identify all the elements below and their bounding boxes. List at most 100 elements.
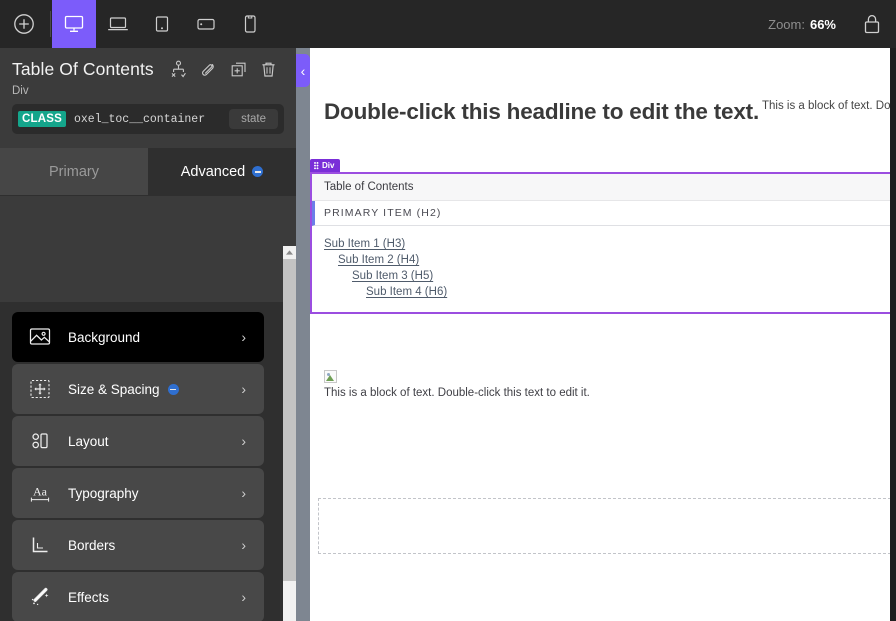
toc-link-list: Sub Item 1 (H3) Sub Item 2 (H4) Sub Item… (312, 226, 896, 312)
top-toolbar: Zoom: 66% (0, 0, 896, 48)
broken-image-icon (324, 370, 337, 383)
toc-widget-tag[interactable]: Div (310, 159, 341, 172)
canvas-side-text[interactable]: This is a block of text. Doub (762, 100, 896, 112)
toc-widget-body: Table of Contents PRIMARY ITEM (H2) Sub … (310, 172, 896, 314)
tab-advanced[interactable]: Advanced (148, 148, 296, 196)
canvas-headline[interactable]: Double-click this headline to edit the t… (324, 99, 759, 125)
section-effects[interactable]: Effects › (12, 572, 264, 621)
section-layout-label: Layout (68, 433, 109, 449)
section-effects-label: Effects (68, 589, 110, 605)
state-dropdown[interactable]: state (229, 109, 278, 129)
mobile-icon (244, 15, 256, 33)
panel-scrollbar[interactable] (283, 246, 296, 621)
scrollbar-thumb[interactable] (283, 259, 296, 581)
svg-text:Aa: Aa (33, 485, 48, 499)
device-tablet-landscape-button[interactable] (184, 0, 228, 48)
laptop-icon (108, 17, 128, 31)
panel-title-row: Table Of Contents (12, 58, 284, 80)
tab-advanced-label: Advanced (180, 163, 246, 180)
tablet-portrait-icon (155, 16, 169, 32)
chevron-right-icon: › (241, 329, 246, 345)
zoom-control[interactable]: Zoom: 66% (768, 17, 836, 32)
page-canvas[interactable]: Double-click this headline to edit the t… (310, 48, 896, 621)
chevron-up-icon (286, 250, 293, 255)
toc-link-item[interactable]: Sub Item 4 (H6) (366, 284, 896, 300)
magic-wand-icon (12, 586, 68, 608)
toc-link-item[interactable]: Sub Item 2 (H4) (338, 252, 896, 268)
class-name-input[interactable]: oxel_toc__container (74, 113, 229, 126)
duplicate-button[interactable] (228, 58, 250, 80)
section-size-spacing-label-wrap: Size & Spacing (68, 382, 241, 397)
typography-icon: Aa (12, 482, 68, 504)
toc-widget[interactable]: Div Table of Contents PRIMARY ITEM (H2) … (310, 159, 896, 314)
select-parent-button[interactable] (168, 58, 190, 80)
section-effects-label-wrap: Effects (68, 590, 241, 605)
page-title: Table Of Contents (12, 58, 154, 79)
monitor-icon (64, 15, 84, 32)
delete-icon (262, 62, 275, 77)
section-borders-label: Borders (68, 537, 116, 553)
section-background[interactable]: Background › (12, 312, 264, 362)
section-borders-label-wrap: Borders (68, 538, 241, 553)
section-size-spacing-label: Size & Spacing (68, 381, 160, 397)
class-selector[interactable]: CLASS oxel_toc__container state (12, 104, 284, 134)
layout-icon (12, 430, 68, 452)
scroll-up-button[interactable] (283, 246, 296, 259)
section-typography-label: Typography (68, 485, 139, 501)
select-parent-icon (171, 60, 187, 78)
delete-button[interactable] (258, 58, 280, 80)
lock-button[interactable] (852, 0, 892, 48)
settings-panel: Table Of Contents Div CLASS oxel_toc__co… (0, 48, 296, 621)
panel-action-icons (168, 58, 280, 80)
chevron-right-icon: › (241, 485, 246, 501)
tab-primary-label: Primary (49, 163, 99, 180)
settings-sections-inner: Background › Size & Spacing › Layout › A… (0, 302, 280, 621)
link-icon (202, 63, 215, 76)
toolbar-divider (50, 11, 51, 37)
link-button[interactable] (198, 58, 220, 80)
panel-header: Table Of Contents Div CLASS oxel_toc__co… (0, 48, 296, 134)
chevron-right-icon: › (241, 589, 246, 605)
canvas-right-edge (890, 48, 896, 621)
move-resize-icon (12, 378, 68, 400)
add-element-button[interactable] (0, 0, 48, 48)
empty-container-placeholder[interactable] (318, 498, 896, 554)
toc-title: Table of Contents (312, 174, 896, 201)
section-typography[interactable]: Aa Typography › (12, 468, 264, 518)
section-borders[interactable]: Borders › (12, 520, 264, 570)
device-desktop-button[interactable] (52, 0, 96, 48)
section-layout[interactable]: Layout › (12, 416, 264, 466)
tablet-landscape-icon (197, 18, 215, 30)
zoom-value: 66% (809, 16, 836, 32)
lock-icon (864, 14, 880, 34)
collapse-panel-button[interactable]: ‹ (296, 54, 310, 87)
section-size-spacing[interactable]: Size & Spacing › (12, 364, 264, 414)
section-background-label-wrap: Background (68, 330, 241, 345)
toc-link-item[interactable]: Sub Item 1 (H3) (324, 236, 896, 252)
toc-primary-item: PRIMARY ITEM (H2) (312, 201, 896, 226)
section-size-spacing-badge-icon (167, 383, 179, 395)
canvas-text-block[interactable]: This is a block of text. Double-click th… (324, 370, 590, 399)
device-mobile-button[interactable] (228, 0, 272, 48)
drag-handle-icon[interactable] (314, 161, 319, 170)
section-layout-label-wrap: Layout (68, 434, 241, 449)
settings-sections-list: Background › Size & Spacing › Layout › A… (0, 302, 296, 621)
toc-widget-tag-label: Div (322, 161, 335, 170)
element-type-label: Div (12, 85, 29, 97)
chevron-right-icon: › (241, 537, 246, 553)
tab-primary[interactable]: Primary (0, 148, 148, 196)
plus-circle-icon (14, 14, 34, 34)
canvas-body-text[interactable]: This is a block of text. Double-click th… (324, 387, 590, 399)
section-typography-label-wrap: Typography (68, 486, 241, 501)
panel-tabs: Primary Advanced (0, 148, 296, 196)
section-background-label: Background (68, 329, 141, 345)
canvas-gutter (296, 48, 310, 621)
image-icon (12, 326, 68, 348)
device-laptop-button[interactable] (96, 0, 140, 48)
borders-icon (12, 534, 68, 556)
chevron-right-icon: › (241, 381, 246, 397)
zoom-label: Zoom: (768, 16, 805, 32)
device-tablet-portrait-button[interactable] (140, 0, 184, 48)
toc-link-item[interactable]: Sub Item 3 (H5) (352, 268, 896, 284)
class-badge: CLASS (18, 111, 66, 127)
